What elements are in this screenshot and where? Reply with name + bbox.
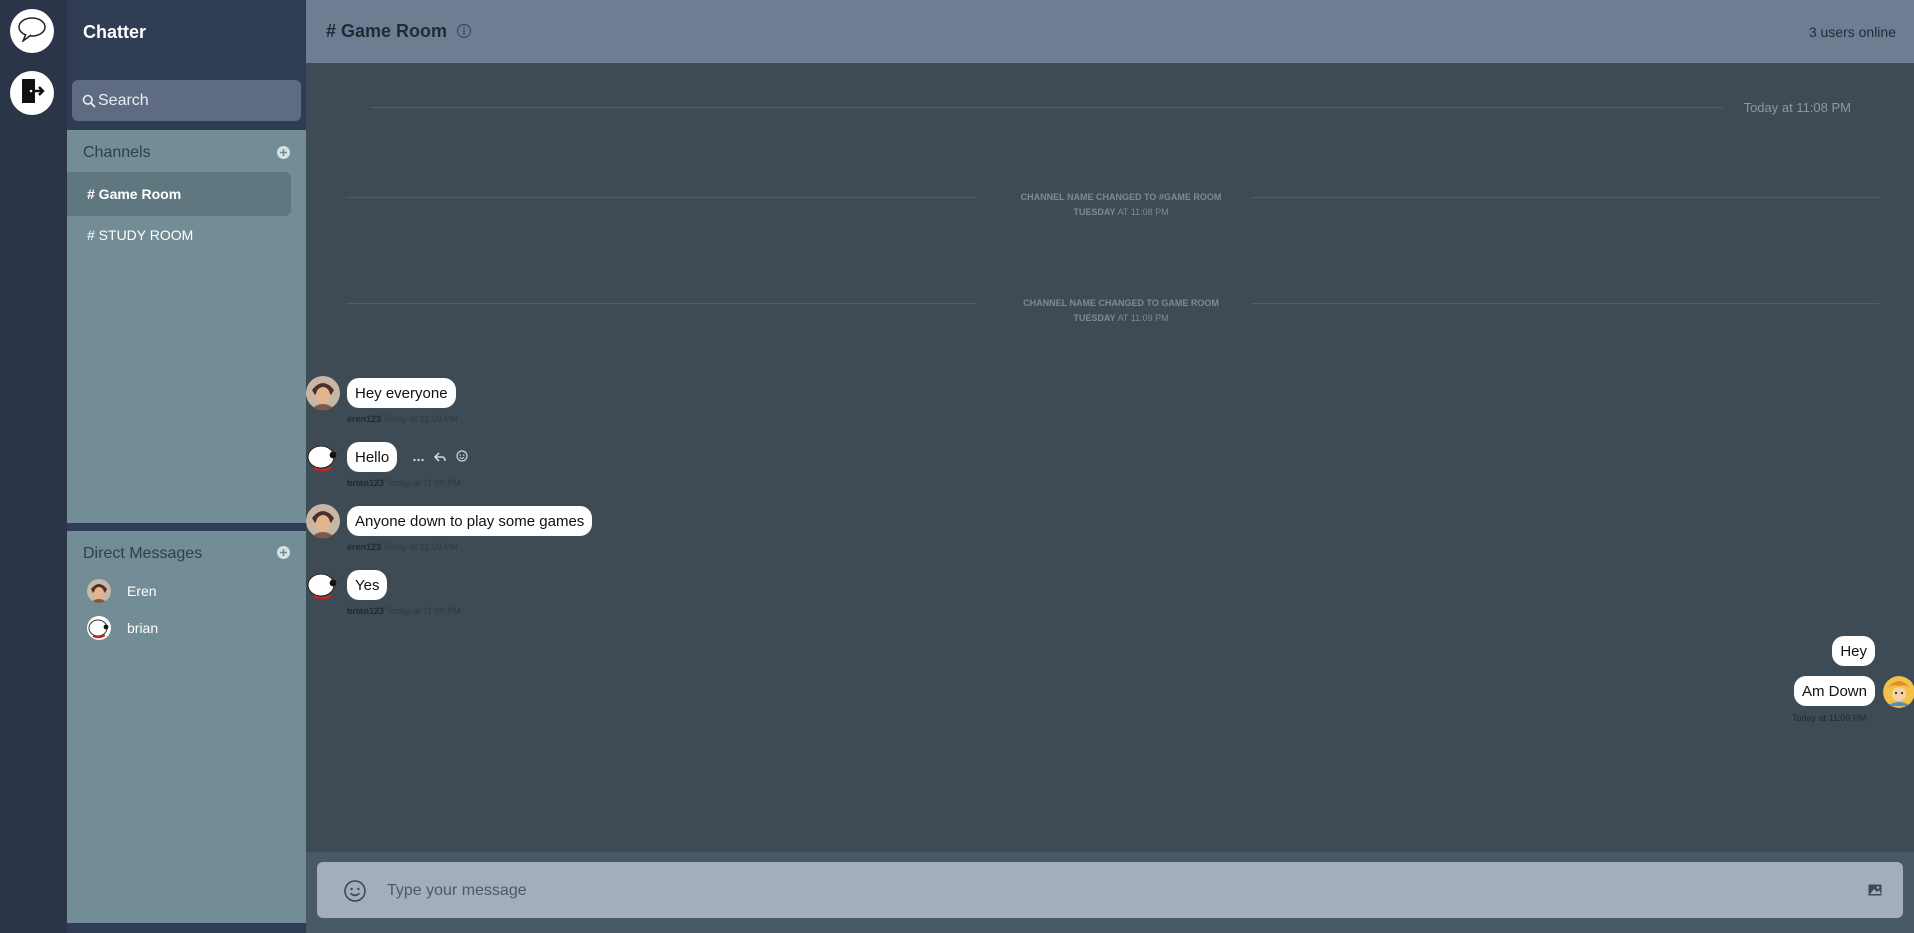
message-meta: brian123 Today at 11:09 PM xyxy=(347,478,461,488)
message-time: Today at 11:09 PM xyxy=(386,478,461,488)
message-time: Today at 11:09 PM xyxy=(383,542,458,552)
avatar[interactable] xyxy=(1883,676,1914,708)
own-message-time: Today at 11:09 PM xyxy=(1792,713,1867,723)
message-meta: eren123 Today at 11:09 PM xyxy=(347,542,458,552)
system-message: CHANNEL NAME CHANGED TO #GAME ROOM TUESD… xyxy=(996,190,1246,220)
logout-button[interactable] xyxy=(10,71,54,115)
search-box[interactable]: Search xyxy=(72,80,301,121)
system-message-time: AT 11:08 PM xyxy=(1117,207,1169,217)
system-message-text: CHANNEL NAME CHANGED TO #GAME ROOM xyxy=(1020,192,1222,202)
direct-messages-panel: Direct Messages Eren brian xyxy=(67,531,306,923)
avatar xyxy=(87,616,111,640)
users-online-count: 3 users online xyxy=(1808,24,1896,40)
add-direct-message-button[interactable] xyxy=(277,546,290,559)
system-message-day: TUESDAY xyxy=(1073,207,1116,217)
message-item[interactable]: Hey everyone eren123 Today at 11:09 PM xyxy=(306,376,906,436)
message-item[interactable]: Hello brian123 Today at 11:09 PM xyxy=(306,440,906,500)
smiley-icon[interactable] xyxy=(456,449,468,467)
search-icon xyxy=(82,94,96,108)
channel-header: # Game Room 3 users online xyxy=(306,0,1914,63)
emoji-icon[interactable] xyxy=(343,879,367,903)
message-author: brian123 xyxy=(347,606,385,616)
add-circle-icon xyxy=(280,549,287,556)
sidebar: Chatter Search Channels # Game Room # ST… xyxy=(67,0,306,933)
sidebar-header: Chatter xyxy=(67,0,306,64)
message-composer xyxy=(317,862,1903,918)
message-time: Today at 11:09 PM xyxy=(386,606,461,616)
avatar xyxy=(87,579,111,603)
message-author: eren123 xyxy=(347,542,382,552)
avatar[interactable] xyxy=(306,504,340,538)
direct-messages-title: Direct Messages xyxy=(83,545,203,562)
message-actions xyxy=(413,449,468,467)
channel-item-study-room[interactable]: # STUDY ROOM xyxy=(67,213,291,257)
message-author: eren123 xyxy=(347,414,382,424)
channels-title: Channels xyxy=(83,144,151,161)
app-brand: Chatter xyxy=(83,22,147,42)
message-item[interactable]: Yes brian123 Today at 11:09 PM xyxy=(306,568,906,628)
speech-bubble-icon xyxy=(17,16,47,47)
message-meta: brian123 Today at 11:09 PM xyxy=(347,606,461,616)
timestamp-divider: Today at 11:08 PM xyxy=(1743,100,1851,115)
page-title: # Game Room xyxy=(326,21,448,41)
message-bubble: Hello xyxy=(347,442,398,472)
system-message-day: TUESDAY xyxy=(1073,313,1116,323)
divider xyxy=(346,303,976,304)
dm-item-brian[interactable]: brian xyxy=(67,612,306,644)
sidebar-bottom-strip xyxy=(67,923,306,933)
more-dots-icon[interactable] xyxy=(413,449,424,467)
avatar[interactable] xyxy=(306,568,340,602)
dm-item-label: Eren xyxy=(127,583,157,599)
add-channel-button[interactable] xyxy=(277,146,290,159)
message-input[interactable] xyxy=(385,876,1789,906)
system-message: CHANNEL NAME CHANGED TO GAME ROOM TUESDA… xyxy=(996,296,1246,326)
divider xyxy=(371,107,1723,108)
message-bubble: Hey everyone xyxy=(347,378,456,408)
image-icon[interactable] xyxy=(1867,882,1883,898)
own-message-bubble[interactable]: Am Down xyxy=(1793,676,1875,706)
avatar[interactable] xyxy=(306,440,340,474)
channel-item-game-room[interactable]: # Game Room xyxy=(67,172,291,216)
own-message-bubble[interactable]: Hey xyxy=(1832,636,1875,666)
dm-item-eren[interactable]: Eren xyxy=(67,575,306,607)
search-input[interactable]: Search xyxy=(98,92,149,110)
reply-icon[interactable] xyxy=(433,449,446,467)
system-message-time: AT 11:09 PM xyxy=(1117,313,1169,323)
divider xyxy=(346,197,976,198)
message-time: Today at 11:09 PM xyxy=(383,414,458,424)
logout-door-icon xyxy=(19,77,45,110)
add-circle-icon xyxy=(280,149,287,156)
message-bubble: Yes xyxy=(347,570,388,600)
message-item[interactable]: Anyone down to play some games eren123 T… xyxy=(306,504,906,564)
app-rail xyxy=(0,0,67,933)
message-bubble: Anyone down to play some games xyxy=(347,506,593,536)
divider xyxy=(1251,197,1879,198)
dm-item-label: brian xyxy=(127,620,159,636)
info-icon[interactable] xyxy=(456,23,472,39)
composer-area xyxy=(306,852,1914,933)
divider xyxy=(1251,303,1879,304)
message-list[interactable]: Today at 11:08 PM CHANNEL NAME CHANGED T… xyxy=(306,63,1914,852)
avatar[interactable] xyxy=(306,376,340,410)
message-meta: eren123 Today at 11:09 PM xyxy=(347,414,458,424)
system-message-text: CHANNEL NAME CHANGED TO GAME ROOM xyxy=(1023,298,1219,308)
channels-panel: Channels # Game Room # STUDY ROOM xyxy=(67,130,306,523)
chat-home-button[interactable] xyxy=(10,9,54,53)
message-author: brian123 xyxy=(347,478,385,488)
